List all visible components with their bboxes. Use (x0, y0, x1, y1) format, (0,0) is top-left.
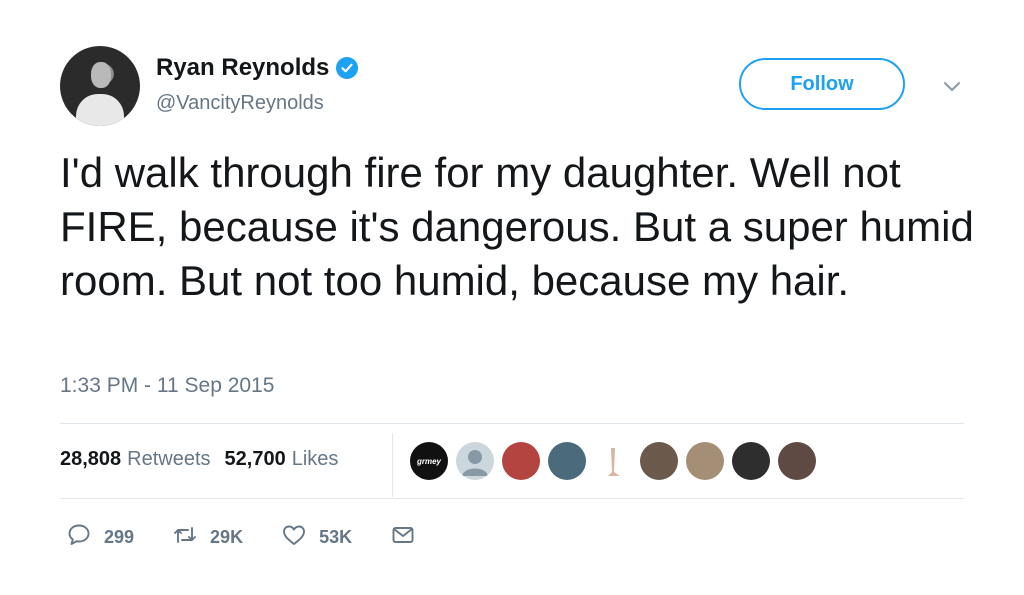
avatar-head (91, 62, 111, 88)
envelope-icon (390, 522, 416, 553)
liker-avatar[interactable] (778, 442, 816, 480)
liker-avatars: grmey (410, 442, 824, 480)
author-avatar[interactable] (60, 46, 140, 126)
like-count: 53K (319, 527, 353, 547)
like-button[interactable]: 53K (281, 522, 352, 553)
heart-icon (281, 522, 307, 553)
author-handle[interactable]: @VancityReynolds (156, 92, 324, 115)
liker-avatar[interactable] (640, 442, 678, 480)
direct-message-button[interactable] (390, 522, 416, 553)
stats-vertical-divider (392, 433, 393, 497)
avatar-shirt (76, 94, 124, 126)
retweets-count[interactable]: 28,808 (60, 448, 121, 471)
retweet-icon (172, 522, 198, 553)
tweet-text: I'd walk through fire for my daughter. W… (60, 149, 974, 304)
likes-count[interactable]: 52,700 (225, 448, 286, 471)
tweet-stats: 28,808 Retweets 52,700 Likes (60, 448, 352, 471)
liker-avatar[interactable] (502, 442, 540, 480)
tweet-timestamp[interactable]: 1:33 PM - 11 Sep 2015 (60, 374, 274, 398)
liker-avatar[interactable] (686, 442, 724, 480)
stats-top-divider (60, 423, 964, 424)
retweet-button[interactable]: 29K (172, 522, 243, 553)
liker-avatar[interactable] (456, 442, 494, 480)
stats-bottom-divider (60, 498, 964, 499)
liker-avatar[interactable] (732, 442, 770, 480)
reply-icon (66, 522, 92, 553)
retweets-label[interactable]: Retweets (127, 448, 210, 471)
author-name[interactable]: Ryan Reynolds (156, 54, 329, 82)
chevron-down-icon[interactable] (940, 74, 964, 98)
follow-button[interactable]: Follow (739, 58, 905, 110)
liker-avatar-label: grmey (416, 456, 441, 466)
liker-avatar[interactable]: grmey (410, 442, 448, 480)
author-name-row: Ryan Reynolds (156, 54, 359, 82)
liker-avatar[interactable] (594, 442, 632, 480)
tweet-actions: 299 29K 53K (66, 522, 454, 553)
likes-label[interactable]: Likes (292, 448, 339, 471)
liker-avatar[interactable] (548, 442, 586, 480)
reply-button[interactable]: 299 (66, 522, 134, 553)
retweet-count: 29K (210, 527, 244, 547)
verified-badge-icon (336, 57, 359, 79)
reply-count: 299 (104, 527, 135, 547)
